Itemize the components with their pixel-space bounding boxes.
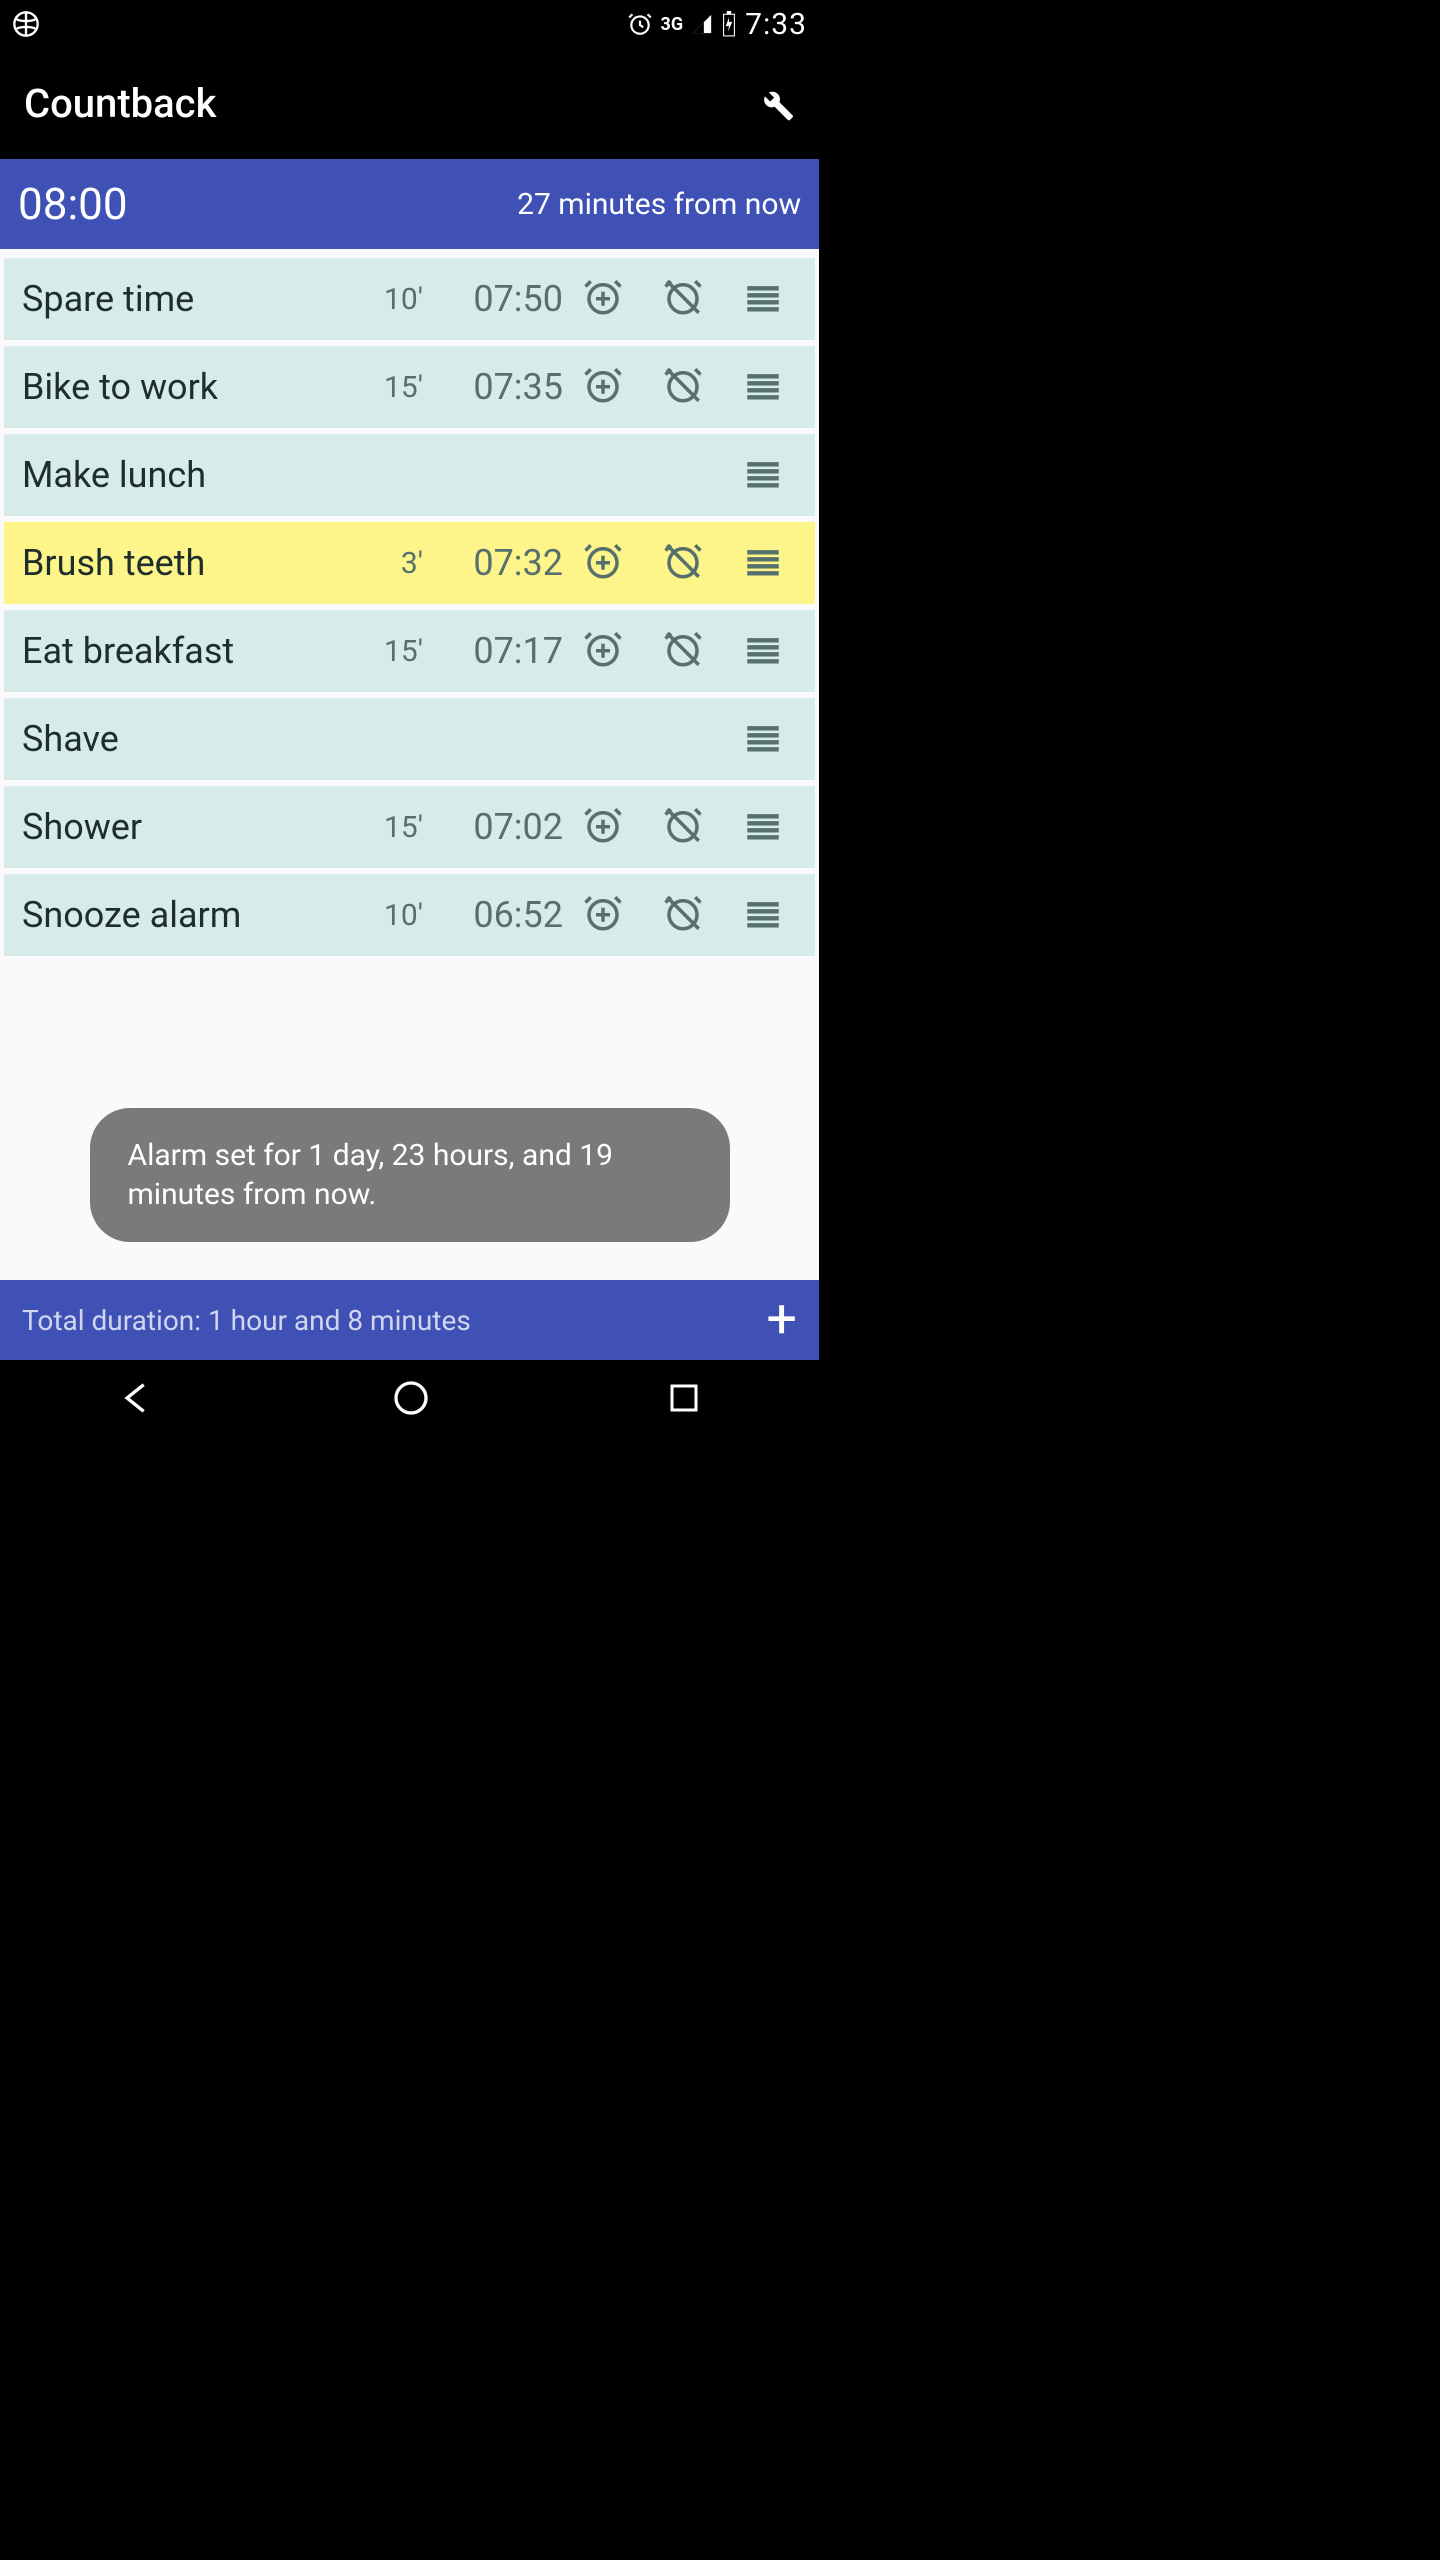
task-time: 07:32 — [423, 542, 563, 584]
reorder-icon — [742, 628, 784, 674]
reorder-handle[interactable] — [723, 364, 803, 410]
add-alarm-button[interactable] — [563, 540, 643, 586]
task-row[interactable]: Eat breakfast 15' 07:17 — [4, 610, 815, 692]
nav-recent-button[interactable] — [666, 1380, 702, 1420]
debug-icon — [12, 10, 40, 38]
reorder-handle[interactable] — [723, 628, 803, 674]
add-task-button[interactable]: + — [766, 1293, 797, 1347]
footer-bar: Total duration: 1 hour and 8 minutes + — [0, 1280, 819, 1360]
task-row[interactable]: Brush teeth 3' 07:32 — [4, 522, 815, 604]
task-time: 07:02 — [423, 806, 563, 848]
task-label: Make lunch — [22, 454, 359, 496]
cancel-alarm-button[interactable] — [643, 540, 723, 586]
alarm-add-icon — [582, 804, 624, 850]
task-row[interactable]: Shower 15' 07:02 — [4, 786, 815, 868]
add-alarm-button[interactable] — [563, 804, 643, 850]
wrench-icon — [751, 80, 795, 124]
task-list: Spare time 10' 07:50 Bike to work 15' 07… — [0, 249, 819, 956]
cancel-alarm-button[interactable] — [643, 628, 723, 674]
nav-home-button[interactable] — [391, 1378, 431, 1422]
task-row[interactable]: Snooze alarm 10' 06:52 — [4, 874, 815, 956]
task-duration: 10' — [359, 898, 423, 933]
add-alarm-button[interactable] — [563, 276, 643, 322]
add-alarm-button[interactable] — [563, 364, 643, 410]
cancel-alarm-button[interactable] — [643, 364, 723, 410]
toast: Alarm set for 1 day, 23 hours, and 19 mi… — [90, 1108, 730, 1242]
reorder-icon — [742, 804, 784, 850]
reorder-icon — [742, 892, 784, 938]
task-time: 06:52 — [423, 894, 563, 936]
reorder-icon — [742, 540, 784, 586]
status-time: 7:33 — [745, 7, 807, 42]
total-duration-label: Total duration: 1 hour and 8 minutes — [22, 1304, 471, 1337]
target-time-banner[interactable]: 08:00 27 minutes from now — [0, 159, 819, 249]
task-time: 07:50 — [423, 278, 563, 320]
cancel-alarm-button[interactable] — [643, 804, 723, 850]
status-bar: 3G 7:33 — [0, 0, 819, 48]
reorder-icon — [742, 716, 784, 762]
target-time: 08:00 — [18, 178, 128, 230]
alarm-status-icon — [627, 11, 653, 37]
alarm-off-icon — [662, 892, 704, 938]
add-alarm-button[interactable] — [563, 628, 643, 674]
signal-icon — [691, 13, 713, 35]
task-row[interactable]: Bike to work 15' 07:35 — [4, 346, 815, 428]
task-row[interactable]: Make lunch — [4, 434, 815, 516]
task-label: Spare time — [22, 278, 359, 320]
alarm-add-icon — [582, 892, 624, 938]
reorder-handle[interactable] — [723, 892, 803, 938]
task-label: Shave — [22, 718, 359, 760]
action-bar: Countback — [0, 48, 819, 159]
alarm-add-icon — [582, 628, 624, 674]
reorder-handle[interactable] — [723, 452, 803, 498]
add-alarm-button[interactable] — [563, 892, 643, 938]
navigation-bar — [0, 1360, 819, 1440]
task-time: 07:35 — [423, 366, 563, 408]
alarm-off-icon — [662, 804, 704, 850]
toast-text: Alarm set for 1 day, 23 hours, and 19 mi… — [128, 1138, 613, 1212]
task-time: 07:17 — [423, 630, 563, 672]
nav-back-button[interactable] — [117, 1378, 157, 1422]
alarm-off-icon — [662, 276, 704, 322]
alarm-off-icon — [662, 628, 704, 674]
task-label: Shower — [22, 806, 359, 848]
task-duration: 15' — [359, 370, 423, 405]
app-title: Countback — [24, 80, 216, 127]
reorder-icon — [742, 364, 784, 410]
reorder-handle[interactable] — [723, 540, 803, 586]
cancel-alarm-button[interactable] — [643, 892, 723, 938]
task-row[interactable]: Shave — [4, 698, 815, 780]
reorder-handle[interactable] — [723, 716, 803, 762]
settings-button[interactable] — [751, 80, 795, 128]
reorder-handle[interactable] — [723, 276, 803, 322]
alarm-add-icon — [582, 276, 624, 322]
network-type-label: 3G — [661, 14, 684, 35]
alarm-add-icon — [582, 540, 624, 586]
reorder-icon — [742, 276, 784, 322]
task-duration: 10' — [359, 282, 423, 317]
task-duration: 15' — [359, 810, 423, 845]
target-from-now: 27 minutes from now — [517, 187, 801, 222]
reorder-handle[interactable] — [723, 804, 803, 850]
reorder-icon — [742, 452, 784, 498]
task-label: Brush teeth — [22, 542, 359, 584]
task-row[interactable]: Spare time 10' 07:50 — [4, 258, 815, 340]
cancel-alarm-button[interactable] — [643, 276, 723, 322]
alarm-off-icon — [662, 540, 704, 586]
task-label: Bike to work — [22, 366, 359, 408]
task-label: Snooze alarm — [22, 894, 359, 936]
alarm-add-icon — [582, 364, 624, 410]
task-label: Eat breakfast — [22, 630, 359, 672]
task-duration: 15' — [359, 634, 423, 669]
task-duration: 3' — [359, 546, 423, 581]
battery-icon — [721, 11, 737, 37]
alarm-off-icon — [662, 364, 704, 410]
